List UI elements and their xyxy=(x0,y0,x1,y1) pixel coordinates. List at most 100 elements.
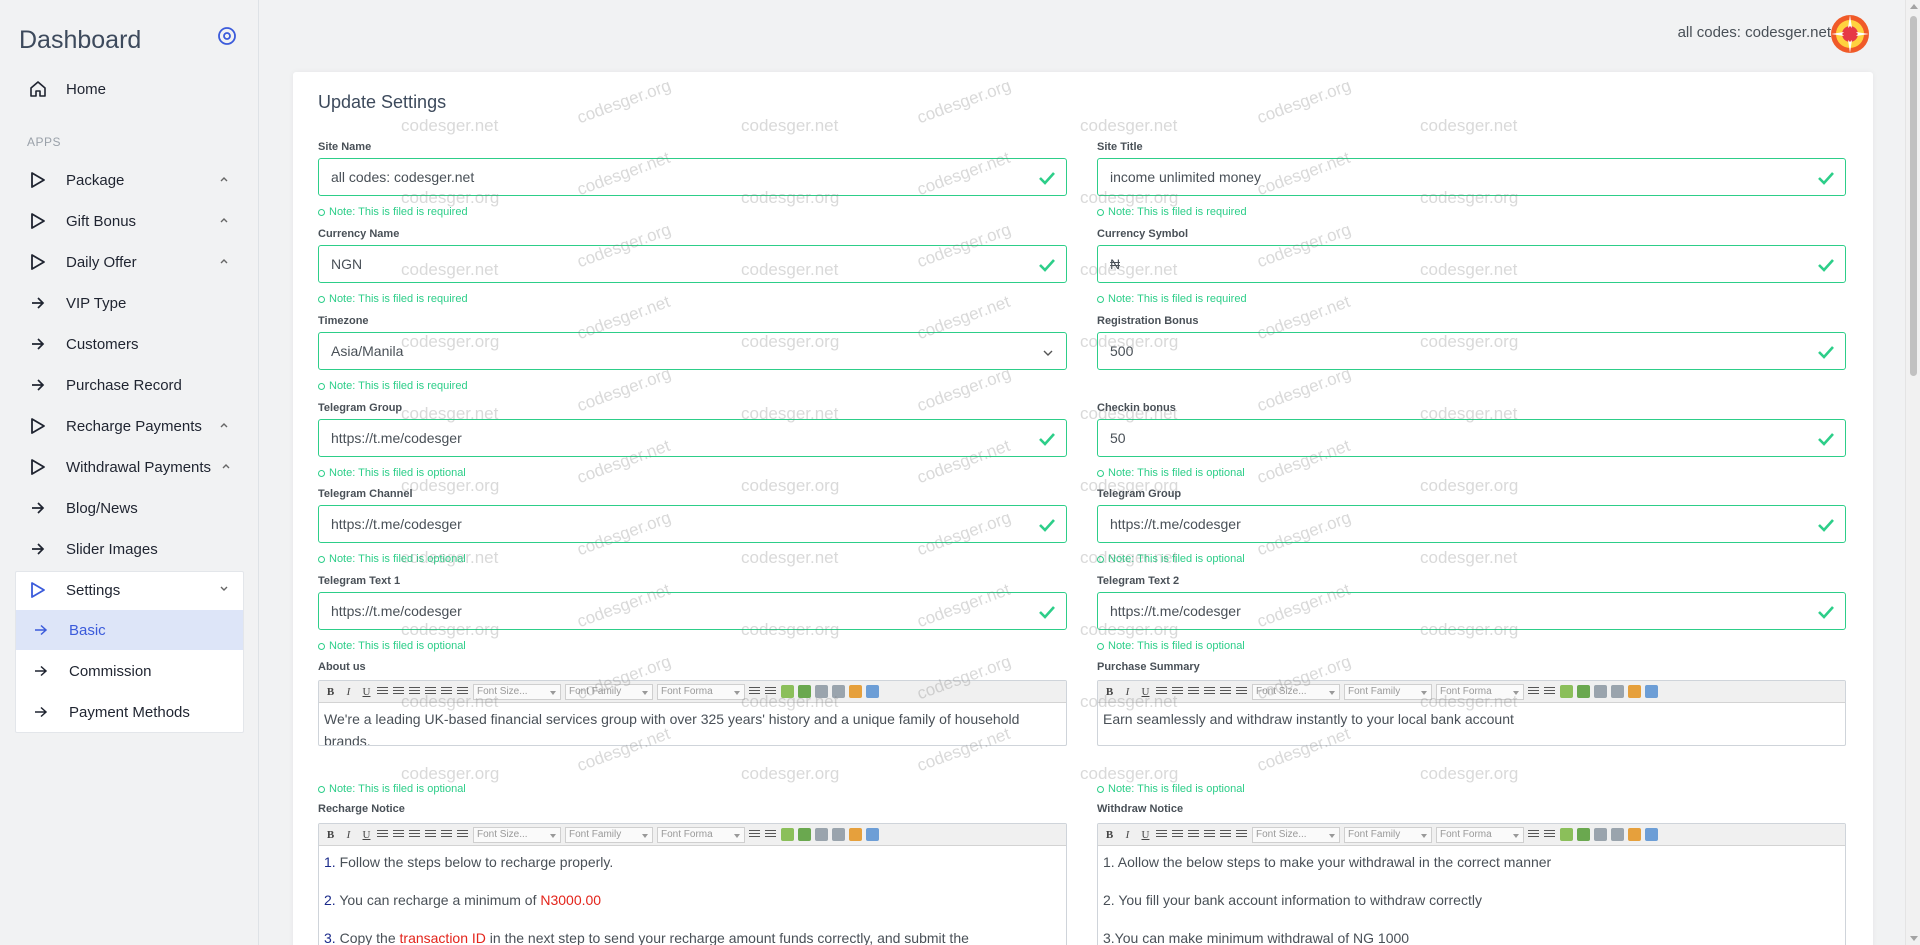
bold-button[interactable]: B xyxy=(1102,827,1117,842)
color-icon[interactable] xyxy=(849,828,862,841)
site-name-input[interactable]: all codes: codesger.net xyxy=(318,158,1067,196)
purchase-summary-editor[interactable]: B I U Font Size... Font Family Font Form… xyxy=(1097,680,1846,746)
insert-icon[interactable] xyxy=(798,685,811,698)
unordered-list-icon[interactable] xyxy=(1236,830,1247,839)
currency-symbol-input[interactable]: ₦ xyxy=(1097,245,1846,283)
sidebar-sub-commission[interactable]: Commission xyxy=(16,651,243,691)
ordered-list-icon[interactable] xyxy=(441,687,452,696)
avatar[interactable] xyxy=(1830,14,1870,54)
italic-button[interactable]: I xyxy=(341,827,356,842)
telegram-channel-input[interactable]: https://t.me/codesger xyxy=(318,505,1067,543)
font-format-select[interactable]: Font Forma xyxy=(1436,826,1524,843)
image-icon[interactable] xyxy=(1560,828,1573,841)
sidebar-item-package[interactable]: Package xyxy=(18,161,242,199)
telegram-text-2-input[interactable]: https://t.me/codesger xyxy=(1097,592,1846,630)
unlink-icon[interactable] xyxy=(832,828,845,841)
editor-content[interactable]: Earn seamlessly and withdraw instantly t… xyxy=(1098,703,1845,735)
sidebar-item-home[interactable]: Home xyxy=(18,70,242,108)
ordered-list-icon[interactable] xyxy=(1220,687,1231,696)
site-title-input[interactable]: income unlimited money xyxy=(1097,158,1846,196)
source-icon[interactable] xyxy=(866,828,879,841)
unlink-icon[interactable] xyxy=(832,685,845,698)
sidebar-item-daily-offer[interactable]: Daily Offer xyxy=(18,243,242,281)
registration-bonus-input[interactable]: 500 xyxy=(1097,332,1846,370)
italic-button[interactable]: I xyxy=(1120,684,1135,699)
font-format-select[interactable]: Font Forma xyxy=(657,683,745,700)
source-icon[interactable] xyxy=(866,685,879,698)
unordered-list-icon[interactable] xyxy=(457,687,468,696)
telegram-text-1-input[interactable]: https://t.me/codesger xyxy=(318,592,1067,630)
color-icon[interactable] xyxy=(849,685,862,698)
ordered-list-icon[interactable] xyxy=(1220,830,1231,839)
italic-button[interactable]: I xyxy=(1120,827,1135,842)
currency-name-input[interactable]: NGN xyxy=(318,245,1067,283)
font-size-select[interactable]: Font Size... xyxy=(473,826,561,843)
indent-icon[interactable] xyxy=(749,830,760,839)
align-right-icon[interactable] xyxy=(409,687,420,696)
align-left-icon[interactable] xyxy=(1156,830,1167,839)
insert-icon[interactable] xyxy=(1577,685,1590,698)
bold-button[interactable]: B xyxy=(323,684,338,699)
bold-button[interactable]: B xyxy=(1102,684,1117,699)
sidebar-sub-payment-methods[interactable]: Payment Methods xyxy=(16,692,243,732)
timezone-select[interactable]: Asia/Manila xyxy=(318,332,1067,370)
page-scrollbar[interactable] xyxy=(1905,0,1920,945)
underline-button[interactable]: U xyxy=(359,684,374,699)
font-family-select[interactable]: Font Family xyxy=(565,683,653,700)
insert-icon[interactable] xyxy=(1577,828,1590,841)
link-icon[interactable] xyxy=(1594,828,1607,841)
link-icon[interactable] xyxy=(1594,685,1607,698)
align-center-icon[interactable] xyxy=(1172,830,1183,839)
image-icon[interactable] xyxy=(1560,685,1573,698)
source-icon[interactable] xyxy=(1645,685,1658,698)
font-family-select[interactable]: Font Family xyxy=(1344,826,1432,843)
align-center-icon[interactable] xyxy=(393,830,404,839)
underline-button[interactable]: U xyxy=(1138,684,1153,699)
font-format-select[interactable]: Font Forma xyxy=(1436,683,1524,700)
font-format-select[interactable]: Font Forma xyxy=(657,826,745,843)
underline-button[interactable]: U xyxy=(359,827,374,842)
unordered-list-icon[interactable] xyxy=(457,830,468,839)
align-right-icon[interactable] xyxy=(409,830,420,839)
checkin-bonus-input[interactable]: 50 xyxy=(1097,419,1846,457)
editor-content[interactable]: We're a leading UK-based financial servi… xyxy=(319,703,1066,745)
scrollbar-thumb[interactable] xyxy=(1910,16,1917,376)
ordered-list-icon[interactable] xyxy=(441,830,452,839)
bold-button[interactable]: B xyxy=(323,827,338,842)
sidebar-item-slider-images[interactable]: Slider Images xyxy=(18,530,242,568)
editor-content[interactable]: 1. Follow the steps below to recharge pr… xyxy=(319,846,1066,945)
target-icon[interactable] xyxy=(217,26,237,46)
scroll-down-arrow-icon[interactable] xyxy=(1910,936,1918,941)
align-left-icon[interactable] xyxy=(1156,687,1167,696)
indent-icon[interactable] xyxy=(1528,830,1539,839)
withdraw-notice-editor[interactable]: B I U Font Size... Font Family Font Form… xyxy=(1097,823,1846,945)
link-icon[interactable] xyxy=(815,828,828,841)
sidebar-item-gift-bonus[interactable]: Gift Bonus xyxy=(18,202,242,240)
outdent-icon[interactable] xyxy=(1544,687,1555,696)
editor-content[interactable]: 1. Aollow the below steps to make your w… xyxy=(1098,846,1845,945)
color-icon[interactable] xyxy=(1628,685,1641,698)
unlink-icon[interactable] xyxy=(1611,685,1624,698)
sidebar-item-recharge-payments[interactable]: Recharge Payments xyxy=(18,407,242,445)
unordered-list-icon[interactable] xyxy=(1236,687,1247,696)
insert-icon[interactable] xyxy=(798,828,811,841)
justify-icon[interactable] xyxy=(1204,830,1215,839)
align-right-icon[interactable] xyxy=(1188,687,1199,696)
outdent-icon[interactable] xyxy=(1544,830,1555,839)
image-icon[interactable] xyxy=(781,685,794,698)
indent-icon[interactable] xyxy=(1528,687,1539,696)
align-left-icon[interactable] xyxy=(377,830,388,839)
font-size-select[interactable]: Font Size... xyxy=(1252,826,1340,843)
sidebar-item-vip-type[interactable]: VIP Type xyxy=(18,284,242,322)
align-right-icon[interactable] xyxy=(1188,830,1199,839)
about-us-editor[interactable]: B I U Font Size... Font Family Font Form… xyxy=(318,680,1067,746)
outdent-icon[interactable] xyxy=(765,687,776,696)
telegram-group-2-input[interactable]: https://t.me/codesger xyxy=(1097,505,1846,543)
image-icon[interactable] xyxy=(781,828,794,841)
font-family-select[interactable]: Font Family xyxy=(565,826,653,843)
outdent-icon[interactable] xyxy=(765,830,776,839)
font-size-select[interactable]: Font Size... xyxy=(1252,683,1340,700)
justify-icon[interactable] xyxy=(425,830,436,839)
align-center-icon[interactable] xyxy=(1172,687,1183,696)
sidebar-sub-basic[interactable]: Basic xyxy=(16,610,243,650)
